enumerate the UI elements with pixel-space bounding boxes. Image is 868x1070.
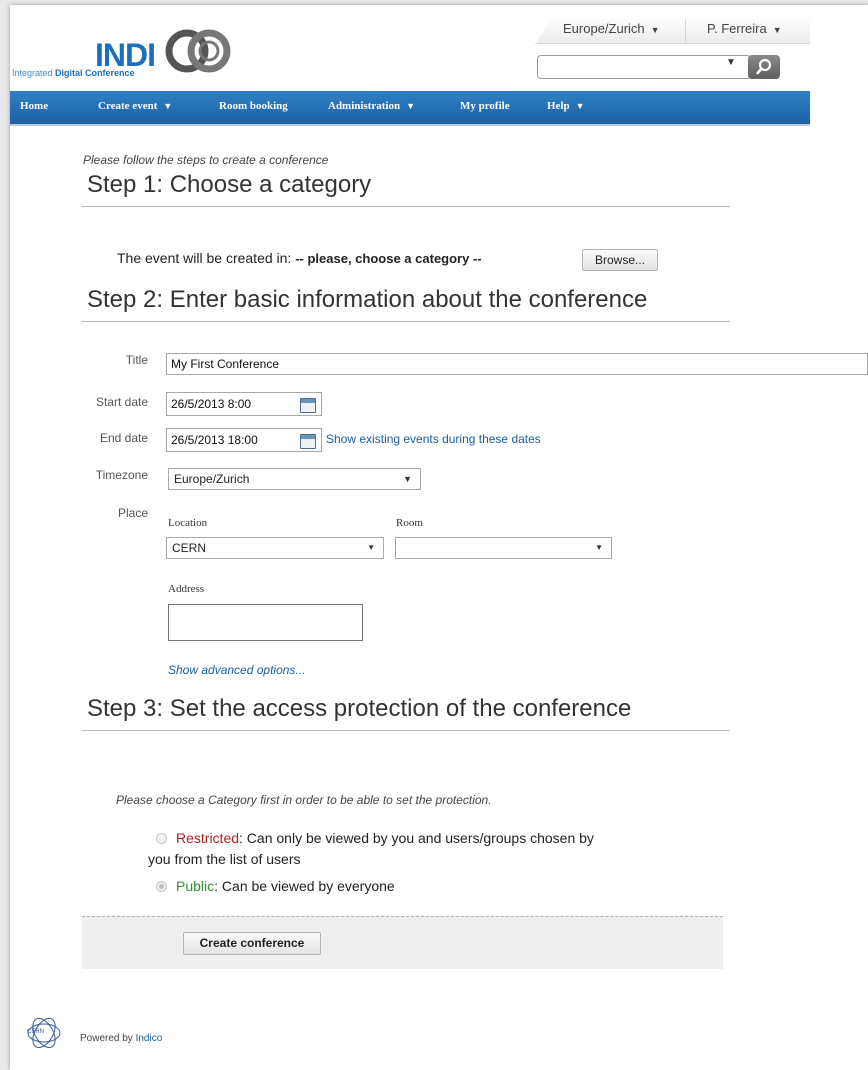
chevron-down-icon: ▼: [406, 101, 416, 111]
chevron-down-icon: ▼: [650, 25, 660, 35]
restricted-label: Restricted: [176, 830, 240, 846]
room-label: Room: [396, 517, 423, 529]
logo-subtitle: Integrated Digital Conference: [12, 68, 135, 78]
chevron-down-icon: ▼: [163, 101, 173, 111]
protection-note: Please choose a Category first in order …: [116, 793, 492, 807]
calendar-icon[interactable]: [300, 434, 316, 449]
nav-my-profile[interactable]: My profile: [460, 100, 510, 112]
form-actions: Create conference: [82, 916, 723, 969]
indico-logo[interactable]: INDI Integrated Digital Conference: [10, 23, 250, 83]
place-label: Place: [117, 506, 148, 520]
main-navbar: Home Create event ▼ Room booking Administ…: [10, 91, 810, 126]
nav-home[interactable]: Home: [20, 100, 48, 112]
search-button[interactable]: [748, 55, 780, 79]
restricted-description: : Can only be viewed by you and users/gr…: [239, 830, 594, 846]
chevron-down-icon: ▼: [367, 543, 375, 552]
step3-title: Step 3: Set the access protection of the…: [87, 695, 632, 722]
address-textarea[interactable]: [168, 604, 363, 641]
step1-title: Step 1: Choose a category: [87, 171, 372, 198]
public-option-text: Public: Can be viewed by everyone: [176, 876, 395, 897]
created-in-label: The event will be created in:: [117, 250, 292, 266]
public-label: Public: [176, 878, 215, 894]
top-tabs: Europe/Zurich ▼ P. Ferreira ▼: [535, 19, 810, 44]
show-advanced-options-link[interactable]: Show advanced options...: [168, 663, 305, 677]
nav-room-booking[interactable]: Room booking: [219, 100, 288, 112]
step2-title: Step 2: Enter basic information about th…: [87, 286, 648, 313]
divider: [82, 730, 730, 731]
timezone-label: Timezone: [95, 468, 148, 482]
search-box: ▼: [537, 55, 751, 79]
intro-text: Please follow the steps to create a conf…: [83, 153, 329, 167]
chevron-down-icon: ▼: [403, 474, 412, 484]
browse-button[interactable]: Browse...: [582, 249, 658, 271]
address-label: Address: [168, 583, 205, 595]
page: INDI Integrated Digital Conference Europ…: [10, 5, 868, 1070]
user-tab[interactable]: P. Ferreira ▼: [707, 21, 782, 36]
nav-administration[interactable]: Administration ▼: [328, 100, 415, 112]
search-input[interactable]: [542, 58, 721, 76]
nav-create-event[interactable]: Create event ▼: [98, 100, 172, 112]
category-line: The event will be created in: -- please,…: [117, 250, 482, 266]
tab-separator: [685, 19, 686, 43]
restricted-option-text: Restricted: Can only be viewed by you an…: [148, 828, 728, 870]
create-conference-button[interactable]: Create conference: [183, 932, 321, 955]
end-date-label: End date: [99, 431, 148, 445]
public-description: : Can be viewed by everyone: [214, 878, 395, 894]
location-select[interactable]: CERN ▼: [166, 537, 384, 559]
room-select[interactable]: ▼: [395, 537, 612, 559]
indico-link[interactable]: Indico: [136, 1033, 163, 1044]
timezone-select[interactable]: Europe/Zurich ▼: [168, 468, 421, 490]
nav-help[interactable]: Help ▼: [547, 100, 585, 112]
chevron-down-icon[interactable]: ▼: [726, 57, 736, 68]
logo-co-icon: [165, 29, 231, 73]
cern-logo-icon: CERN: [27, 1017, 61, 1049]
restricted-description-2: you from the list of users: [148, 851, 301, 867]
calendar-icon[interactable]: [300, 398, 316, 413]
powered-by: Powered by Indico: [80, 1033, 163, 1044]
category-value: -- please, choose a category --: [295, 251, 482, 266]
search-icon: [755, 58, 772, 75]
public-radio[interactable]: [156, 881, 167, 892]
title-input[interactable]: [166, 353, 868, 375]
chevron-down-icon: ▼: [575, 101, 585, 111]
show-existing-events-link[interactable]: Show existing events during these dates: [326, 432, 541, 446]
start-date-label: Start date: [95, 395, 148, 409]
divider: [82, 321, 730, 322]
end-date-input[interactable]: 26/5/2013 18:00: [166, 428, 322, 452]
cern-logo-text: CERN: [27, 1029, 44, 1035]
divider: [82, 206, 730, 207]
title-label: Title: [125, 353, 148, 367]
chevron-down-icon: ▼: [595, 543, 603, 552]
location-label: Location: [168, 517, 208, 529]
start-date-input[interactable]: 26/5/2013 8:00: [166, 392, 322, 416]
timezone-tab[interactable]: Europe/Zurich ▼: [563, 21, 660, 36]
chevron-down-icon: ▼: [772, 25, 782, 35]
